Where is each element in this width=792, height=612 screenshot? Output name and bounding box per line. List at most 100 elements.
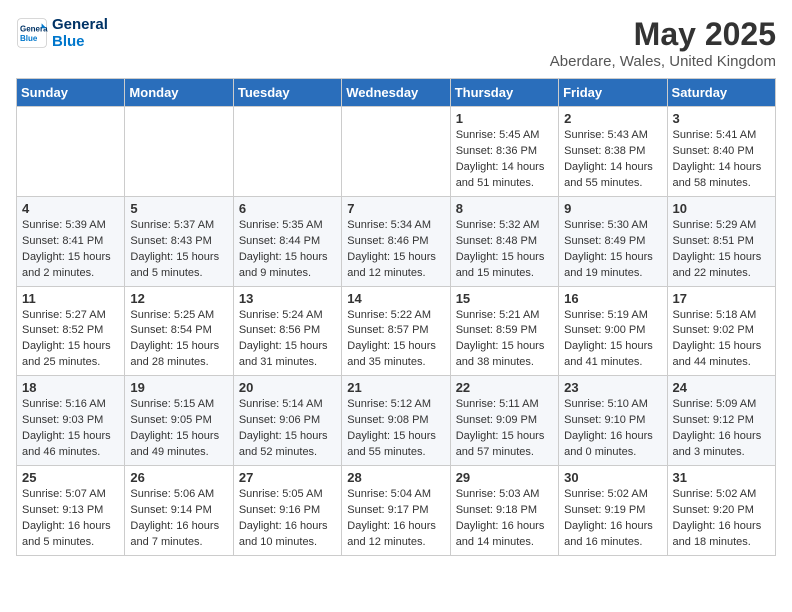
cell-info: Sunrise: 5:25 AMSunset: 8:54 PMDaylight:… (130, 308, 227, 372)
day-number: 15 (456, 291, 553, 306)
day-number: 22 (456, 380, 553, 395)
month-year: May 2025 (550, 16, 776, 53)
calendar-cell (17, 107, 125, 197)
calendar-cell: 23Sunrise: 5:10 AMSunset: 9:10 PMDayligh… (559, 376, 667, 466)
cell-info: Sunrise: 5:45 AMSunset: 8:36 PMDaylight:… (456, 128, 553, 192)
day-number: 6 (239, 201, 336, 216)
cell-info: Sunrise: 5:43 AMSunset: 8:38 PMDaylight:… (564, 128, 661, 192)
day-number: 18 (22, 380, 119, 395)
day-number: 30 (564, 470, 661, 485)
calendar-week-row: 18 Sunrise: 5:16 AMSunset: 9:03 PMDayligh… (17, 376, 776, 466)
calendar-cell: 17 Sunrise: 5:18 AMSunset: 9:02 PMDayligh… (667, 286, 775, 376)
day-number: 16 (564, 291, 661, 306)
cell-info: Sunrise: 5:21 AMSunset: 8:59 PMDaylight:… (456, 308, 553, 372)
calendar-cell: 6 Sunrise: 5:35 AMSunset: 8:44 PMDaylight… (233, 196, 341, 286)
cell-info: Sunrise: 5:14 AMSunset: 9:06 PMDaylight:… (239, 397, 336, 461)
cell-info: Sunrise: 5:35 AMSunset: 8:44 PMDaylight:… (239, 218, 336, 282)
calendar-cell: 13 Sunrise: 5:24 AMSunset: 8:56 PMDayligh… (233, 286, 341, 376)
day-number: 29 (456, 470, 553, 485)
day-number: 3 (673, 111, 770, 126)
day-number: 2 (564, 111, 661, 126)
cell-info: Sunrise: 5:22 AMSunset: 8:57 PMDaylight:… (347, 308, 444, 372)
cell-info: Sunrise: 5:15 AMSunset: 9:05 PMDaylight:… (130, 397, 227, 461)
location: Aberdare, Wales, United Kingdom (550, 53, 776, 70)
cell-info: Sunrise: 5:16 AMSunset: 9:03 PMDaylight:… (22, 397, 119, 461)
calendar-cell (342, 107, 450, 197)
logo: General Blue General Blue (16, 16, 108, 50)
calendar-cell: 7 Sunrise: 5:34 AMSunset: 8:46 PMDaylight… (342, 196, 450, 286)
day-number: 11 (22, 291, 119, 306)
calendar-cell: 14 Sunrise: 5:22 AMSunset: 8:57 PMDayligh… (342, 286, 450, 376)
page-header: General Blue General Blue May 2025 Aberd… (16, 16, 776, 70)
day-number: 1 (456, 111, 553, 126)
calendar-cell: 3Sunrise: 5:41 AMSunset: 8:40 PMDaylight… (667, 107, 775, 197)
logo-line2: Blue (52, 33, 108, 50)
day-number: 9 (564, 201, 661, 216)
day-number: 17 (673, 291, 770, 306)
day-number: 7 (347, 201, 444, 216)
cell-info: Sunrise: 5:37 AMSunset: 8:43 PMDaylight:… (130, 218, 227, 282)
calendar-cell: 25 Sunrise: 5:07 AMSunset: 9:13 PMDayligh… (17, 466, 125, 556)
calendar-cell: 27Sunrise: 5:05 AMSunset: 9:16 PMDayligh… (233, 466, 341, 556)
cell-info: Sunrise: 5:11 AMSunset: 9:09 PMDaylight:… (456, 397, 553, 461)
cell-info: Sunrise: 5:32 AMSunset: 8:48 PMDaylight:… (456, 218, 553, 282)
cell-info: Sunrise: 5:10 AMSunset: 9:10 PMDaylight:… (564, 397, 661, 461)
calendar-cell: 11 Sunrise: 5:27 AMSunset: 8:52 PMDayligh… (17, 286, 125, 376)
logo-icon: General Blue (16, 17, 48, 49)
calendar-cell: 19 Sunrise: 5:15 AMSunset: 9:05 PMDayligh… (125, 376, 233, 466)
cell-info: Sunrise: 5:09 AMSunset: 9:12 PMDaylight:… (673, 397, 770, 461)
day-number: 26 (130, 470, 227, 485)
cell-info: Sunrise: 5:27 AMSunset: 8:52 PMDaylight:… (22, 308, 119, 372)
day-number: 19 (130, 380, 227, 395)
day-number: 20 (239, 380, 336, 395)
calendar-cell: 31Sunrise: 5:02 AMSunset: 9:20 PMDayligh… (667, 466, 775, 556)
col-header-sunday: Sunday (17, 79, 125, 107)
calendar-cell: 30Sunrise: 5:02 AMSunset: 9:19 PMDayligh… (559, 466, 667, 556)
cell-info: Sunrise: 5:03 AMSunset: 9:18 PMDaylight:… (456, 487, 553, 551)
cell-info: Sunrise: 5:18 AMSunset: 9:02 PMDaylight:… (673, 308, 770, 372)
calendar-cell: 18 Sunrise: 5:16 AMSunset: 9:03 PMDayligh… (17, 376, 125, 466)
col-header-friday: Friday (559, 79, 667, 107)
calendar-table: SundayMondayTuesdayWednesdayThursdayFrid… (16, 78, 776, 556)
calendar-cell: 15 Sunrise: 5:21 AMSunset: 8:59 PMDayligh… (450, 286, 558, 376)
calendar-week-row: 11 Sunrise: 5:27 AMSunset: 8:52 PMDayligh… (17, 286, 776, 376)
day-number: 31 (673, 470, 770, 485)
cell-info: Sunrise: 5:07 AMSunset: 9:13 PMDaylight:… (22, 487, 119, 551)
day-number: 27 (239, 470, 336, 485)
day-number: 13 (239, 291, 336, 306)
cell-info: Sunrise: 5:04 AMSunset: 9:17 PMDaylight:… (347, 487, 444, 551)
calendar-week-row: 4Sunrise: 5:39 AMSunset: 8:41 PMDaylight… (17, 196, 776, 286)
col-header-monday: Monday (125, 79, 233, 107)
calendar-cell: 21Sunrise: 5:12 AMSunset: 9:08 PMDayligh… (342, 376, 450, 466)
day-number: 21 (347, 380, 444, 395)
day-number: 14 (347, 291, 444, 306)
cell-info: Sunrise: 5:19 AMSunset: 9:00 PMDaylight:… (564, 308, 661, 372)
calendar-week-row: 1 Sunrise: 5:45 AMSunset: 8:36 PMDaylight… (17, 107, 776, 197)
calendar-cell: 29 Sunrise: 5:03 AMSunset: 9:18 PMDayligh… (450, 466, 558, 556)
day-number: 8 (456, 201, 553, 216)
day-number: 10 (673, 201, 770, 216)
cell-info: Sunrise: 5:34 AMSunset: 8:46 PMDaylight:… (347, 218, 444, 282)
calendar-cell: 26Sunrise: 5:06 AMSunset: 9:14 PMDayligh… (125, 466, 233, 556)
cell-info: Sunrise: 5:24 AMSunset: 8:56 PMDaylight:… (239, 308, 336, 372)
calendar-cell: 9Sunrise: 5:30 AMSunset: 8:49 PMDaylight… (559, 196, 667, 286)
calendar-cell: 24 Sunrise: 5:09 AMSunset: 9:12 PMDayligh… (667, 376, 775, 466)
title-block: May 2025 Aberdare, Wales, United Kingdom (550, 16, 776, 70)
calendar-cell (233, 107, 341, 197)
day-number: 25 (22, 470, 119, 485)
calendar-cell: 4Sunrise: 5:39 AMSunset: 8:41 PMDaylight… (17, 196, 125, 286)
day-number: 28 (347, 470, 444, 485)
calendar-cell: 8 Sunrise: 5:32 AMSunset: 8:48 PMDaylight… (450, 196, 558, 286)
col-header-saturday: Saturday (667, 79, 775, 107)
calendar-cell: 5Sunrise: 5:37 AMSunset: 8:43 PMDaylight… (125, 196, 233, 286)
svg-text:Blue: Blue (20, 34, 38, 43)
day-number: 24 (673, 380, 770, 395)
calendar-cell: 20 Sunrise: 5:14 AMSunset: 9:06 PMDayligh… (233, 376, 341, 466)
calendar-cell: 16 Sunrise: 5:19 AMSunset: 9:00 PMDayligh… (559, 286, 667, 376)
calendar-cell: 12Sunrise: 5:25 AMSunset: 8:54 PMDayligh… (125, 286, 233, 376)
calendar-cell: 2 Sunrise: 5:43 AMSunset: 8:38 PMDaylight… (559, 107, 667, 197)
col-header-thursday: Thursday (450, 79, 558, 107)
calendar-cell: 10Sunrise: 5:29 AMSunset: 8:51 PMDayligh… (667, 196, 775, 286)
day-number: 4 (22, 201, 119, 216)
calendar-cell: 28 Sunrise: 5:04 AMSunset: 9:17 PMDayligh… (342, 466, 450, 556)
